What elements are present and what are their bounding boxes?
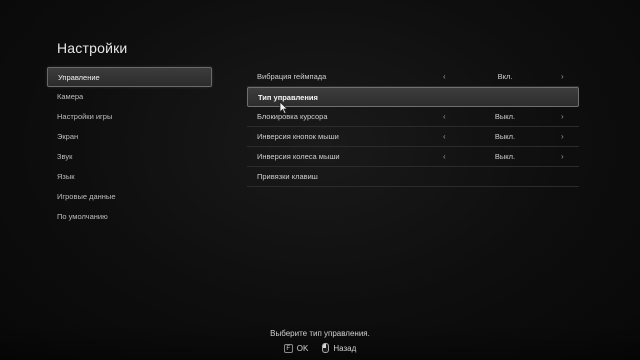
mouse-icon xyxy=(322,343,330,353)
chevron-left-icon[interactable]: ‹ xyxy=(443,127,446,146)
footer-bar: Выберите тип управления. F OK Назад xyxy=(0,323,640,360)
chevron-left-icon[interactable]: ‹ xyxy=(443,107,446,126)
sidebar-item-sound[interactable]: Звук xyxy=(47,147,212,167)
option-value: Вкл. xyxy=(497,72,513,81)
f-key-icon: F xyxy=(283,343,293,353)
options-list: Вибрация геймпада ‹ Вкл. › Тип управлени… xyxy=(247,67,579,187)
sidebar-item-game-settings[interactable]: Настройки игры xyxy=(47,107,212,127)
option-row-gamepad-vibration[interactable]: Вибрация геймпада ‹ Вкл. › xyxy=(247,67,579,87)
option-label: Инверсия колеса мыши xyxy=(257,152,340,161)
ok-label: OK xyxy=(296,343,309,353)
option-value: Выкл. xyxy=(494,132,516,141)
back-label: Назад xyxy=(333,343,357,353)
sidebar-item-defaults[interactable]: По умолчанию xyxy=(47,207,212,227)
chevron-right-icon[interactable]: › xyxy=(561,67,564,86)
option-label: Инверсия кнопок мыши xyxy=(257,132,339,141)
sidebar-item-language[interactable]: Язык xyxy=(47,167,212,187)
option-row-invert-mouse-wheel[interactable]: Инверсия колеса мыши ‹ Выкл. › xyxy=(247,147,579,167)
option-row-invert-mouse-buttons[interactable]: Инверсия кнопок мыши ‹ Выкл. › xyxy=(247,127,579,147)
option-label: Вибрация геймпада xyxy=(257,72,327,81)
chevron-right-icon[interactable]: › xyxy=(561,107,564,126)
option-row-cursor-lock[interactable]: Блокировка курсора ‹ Выкл. › xyxy=(247,107,579,127)
option-label: Привязки клавиш xyxy=(257,172,318,181)
option-row-control-type[interactable]: Тип управления xyxy=(247,87,579,107)
option-label: Блокировка курсора xyxy=(257,112,328,121)
sidebar-item-game-data[interactable]: Игровые данные xyxy=(47,187,212,207)
sidebar-item-controls[interactable]: Управление xyxy=(47,67,212,87)
sidebar-item-camera[interactable]: Камера xyxy=(47,87,212,107)
sidebar-item-display[interactable]: Экран xyxy=(47,127,212,147)
option-value: Выкл. xyxy=(494,112,516,121)
chevron-right-icon[interactable]: › xyxy=(561,127,564,146)
chevron-left-icon[interactable]: ‹ xyxy=(443,67,446,86)
settings-screen: Настройки Управление Камера Настройки иг… xyxy=(0,0,640,360)
settings-sidebar: Управление Камера Настройки игры Экран З… xyxy=(47,67,212,227)
option-row-key-bindings[interactable]: Привязки клавиш xyxy=(247,167,579,187)
button-prompts: F OK Назад xyxy=(0,343,640,353)
back-prompt[interactable]: Назад xyxy=(322,343,356,353)
option-value: Выкл. xyxy=(494,152,516,161)
ok-prompt[interactable]: F OK xyxy=(283,343,309,353)
mouse-pointer-icon xyxy=(279,101,288,114)
footer-hint: Выберите тип управления. xyxy=(270,329,370,338)
chevron-right-icon[interactable]: › xyxy=(561,147,564,166)
page-title: Настройки xyxy=(57,40,128,56)
chevron-left-icon[interactable]: ‹ xyxy=(443,147,446,166)
